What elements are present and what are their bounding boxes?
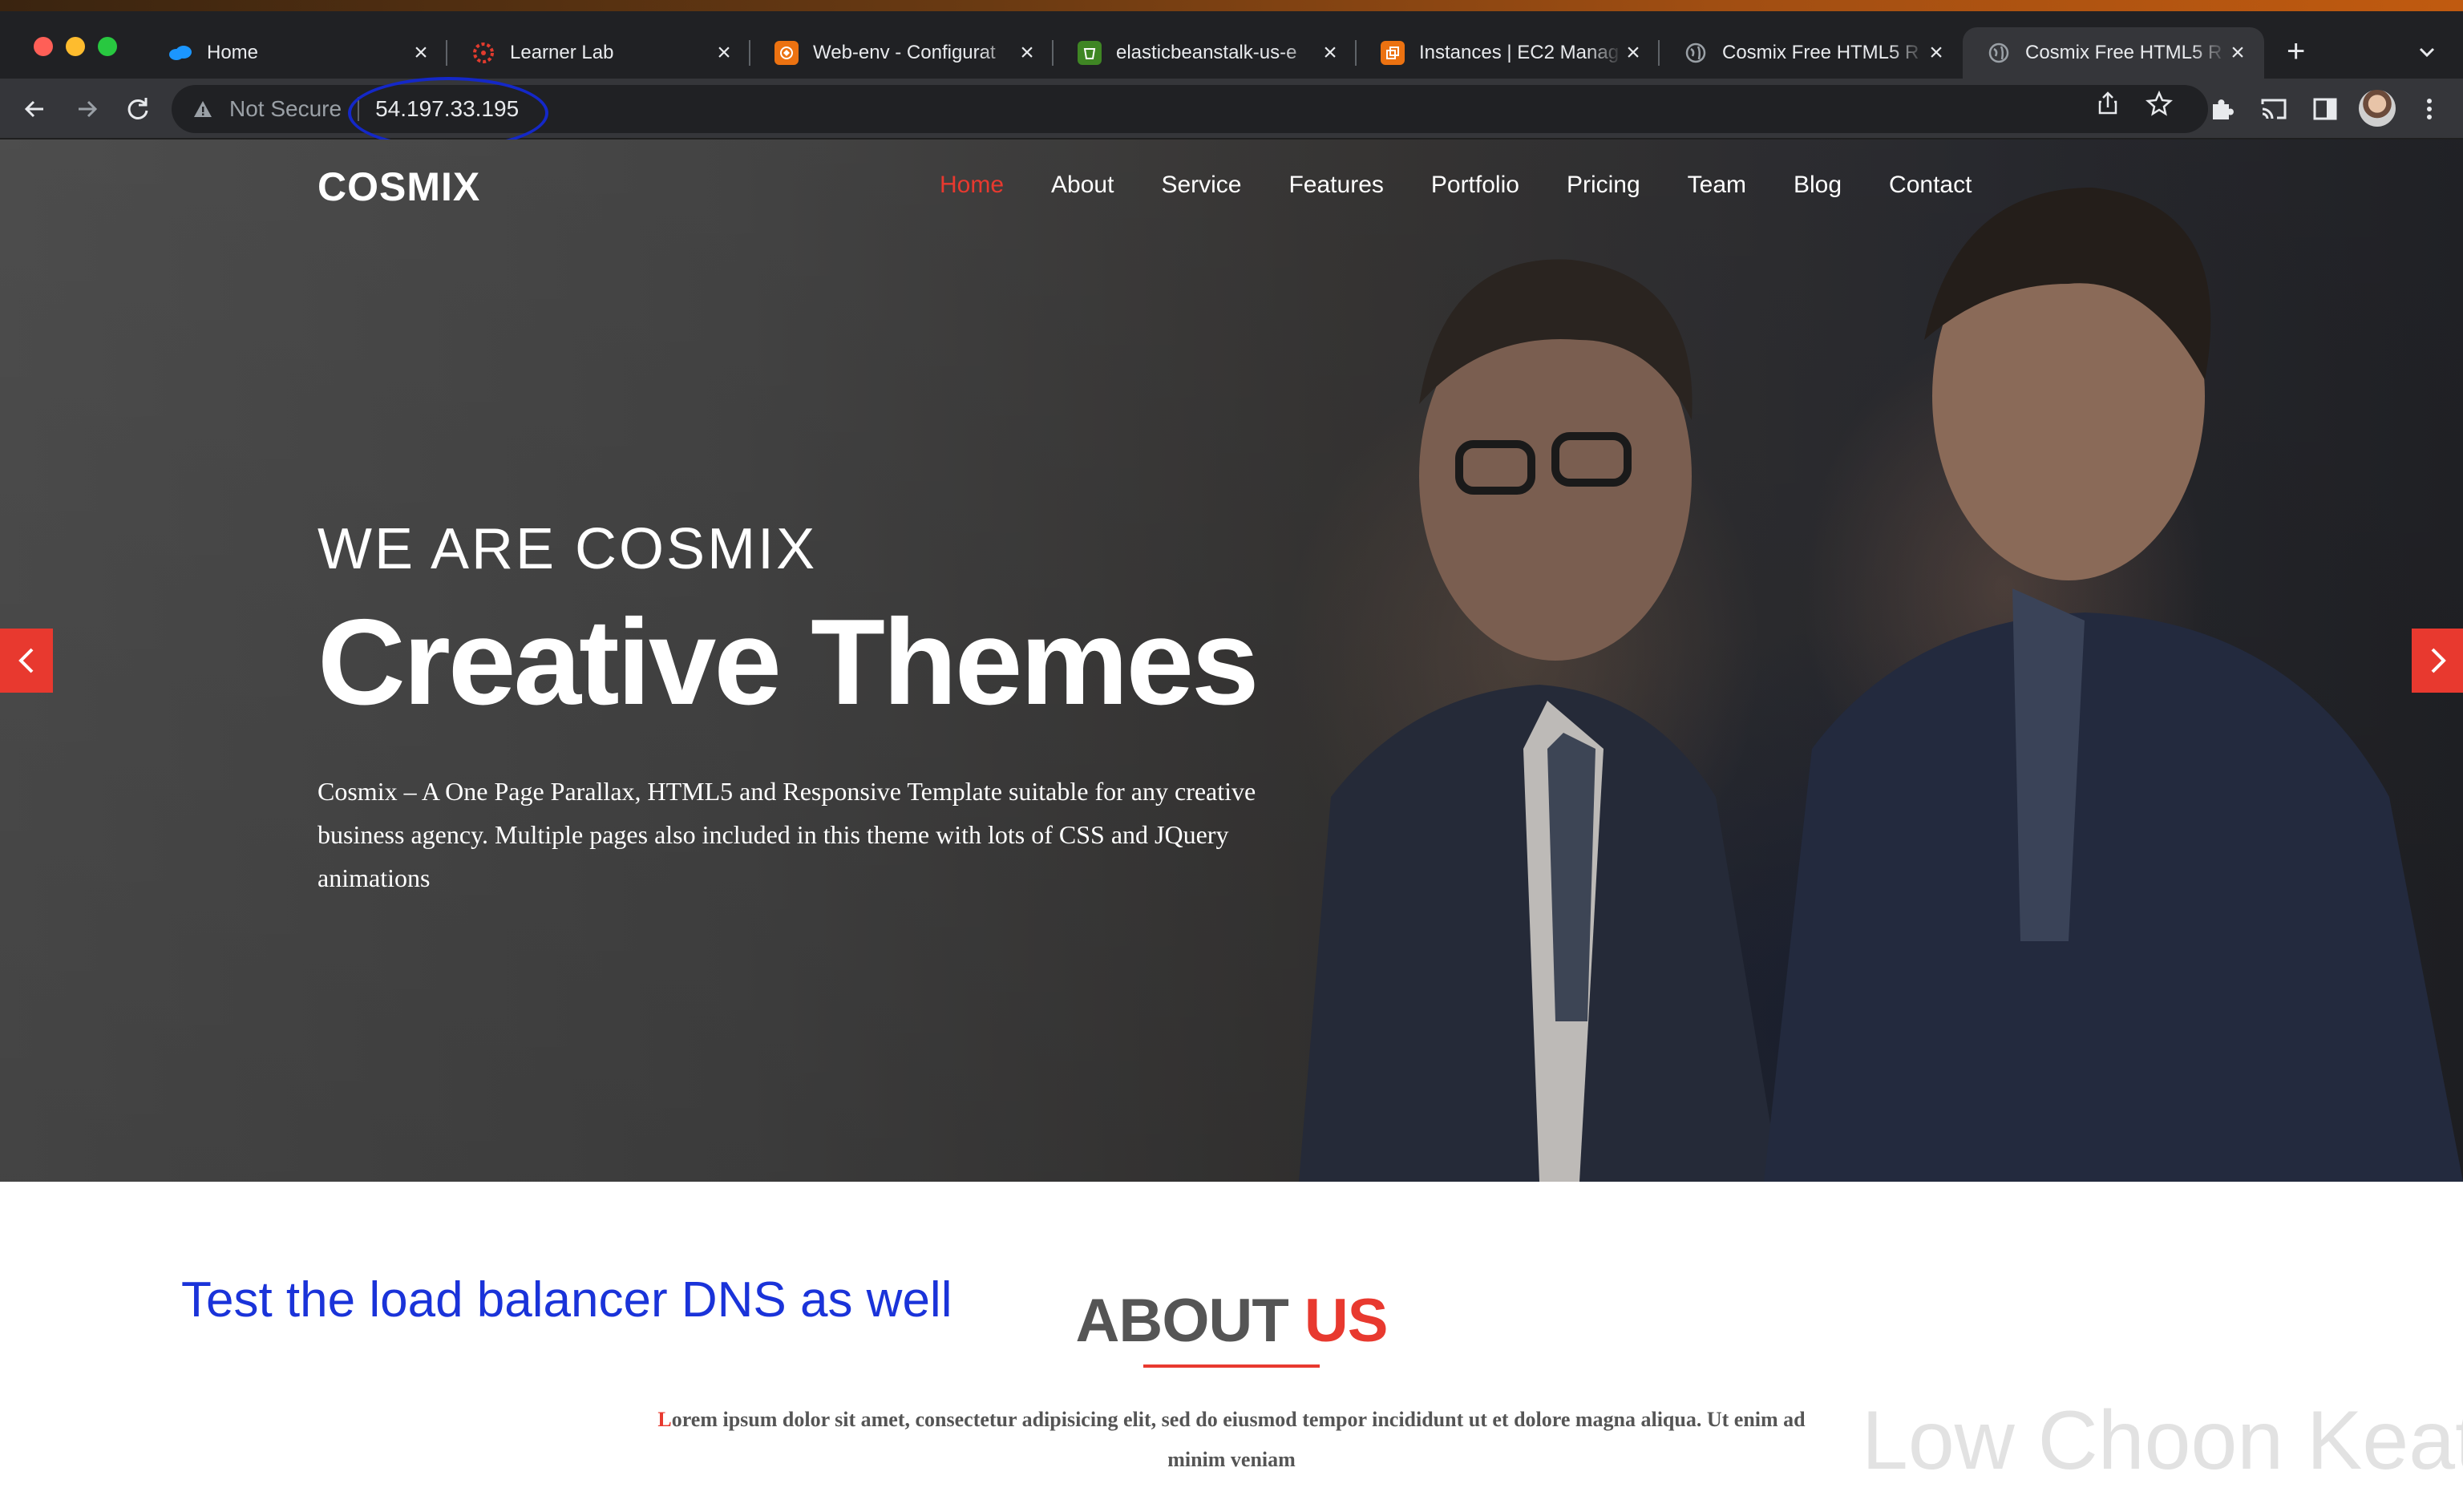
browser-tab-web-env[interactable]: Web-env - Configurat × <box>750 27 1054 79</box>
s3-bucket-icon <box>1078 41 1102 65</box>
browser-tab-learner-lab[interactable]: Learner Lab × <box>447 27 750 79</box>
tab-label: Cosmix Free HTML5 R <box>1722 42 1919 63</box>
share-icon[interactable] <box>2094 90 2121 117</box>
nav-portfolio[interactable]: Portfolio <box>1431 172 1519 199</box>
close-tab-icon[interactable]: × <box>1926 41 1947 65</box>
about-title-underline <box>1143 1364 1320 1368</box>
about-body-rest: orem ipsum dolor sit amet, consectetur a… <box>671 1408 1806 1471</box>
browser-tab-ec2-instances[interactable]: Instances | EC2 Manag × <box>1357 27 1660 79</box>
profile-avatar[interactable] <box>2359 90 2396 127</box>
hero-description: Cosmix – A One Page Parallax, HTML5 and … <box>317 777 1256 892</box>
hero-kicker: WE ARE COSMIX <box>317 517 818 581</box>
about-dropcap: L <box>657 1408 672 1431</box>
canvas-icon <box>471 41 495 65</box>
back-arrow-icon[interactable] <box>19 93 51 125</box>
tab-label: Cosmix Free HTML5 R <box>2025 42 2222 63</box>
warning-triangle-icon[interactable] <box>192 99 213 119</box>
nav-pricing[interactable]: Pricing <box>1567 172 1640 199</box>
chevron-right-icon <box>2431 648 2446 673</box>
site-navbar: COSMIX Home About Service Features Portf… <box>0 139 2463 236</box>
nav-blog[interactable]: Blog <box>1794 172 1842 199</box>
tab-label: Learner Lab <box>510 42 614 63</box>
close-tab-icon[interactable]: × <box>1017 41 1037 65</box>
browser-tab-home[interactable]: Home × <box>144 27 447 79</box>
ec2-icon <box>1381 41 1405 65</box>
close-tab-icon[interactable]: × <box>714 41 734 65</box>
salesforce-cloud-icon <box>168 41 192 65</box>
browser-tab-strip: Home × Learner Lab × Web-env - Configura… <box>0 0 2463 85</box>
hero-slider: COSMIX Home About Service Features Portf… <box>0 139 2463 1182</box>
tab-label: Web-env - Configurat <box>813 42 996 63</box>
forward-arrow-icon[interactable] <box>71 93 103 125</box>
nav-about[interactable]: About <box>1051 172 1114 199</box>
hero-background-photo <box>1299 188 2463 1182</box>
cast-icon[interactable] <box>2258 93 2290 125</box>
not-secure-label[interactable]: Not Secure <box>229 96 342 122</box>
elastic-beanstalk-icon <box>774 41 799 65</box>
chevron-left-icon <box>18 648 34 673</box>
close-tab-icon[interactable]: × <box>1623 41 1644 65</box>
tab-label: elasticbeanstalk-us-e <box>1116 42 1297 63</box>
about-title-accent: US <box>1304 1287 1389 1355</box>
nav-home[interactable]: Home <box>940 172 1004 199</box>
browser-tab-cosmix-2-active[interactable]: Cosmix Free HTML5 R × <box>1963 27 2264 79</box>
about-title-main: ABOUT <box>1075 1287 1289 1355</box>
close-tab-icon[interactable]: × <box>410 41 431 65</box>
nav-service[interactable]: Service <box>1161 172 1241 199</box>
hero-title: Creative Themes <box>317 594 1260 730</box>
kebab-menu-icon[interactable] <box>2413 93 2445 125</box>
reload-icon[interactable] <box>122 93 154 125</box>
browser-tab-s3-bucket[interactable]: elasticbeanstalk-us-e × <box>1054 27 1357 79</box>
close-tab-icon[interactable]: × <box>2227 41 2248 65</box>
tab-search-chevron-icon[interactable] <box>2415 40 2439 64</box>
tab-label: Home <box>207 42 259 63</box>
slider-prev-button[interactable] <box>0 629 53 693</box>
hero-caption: WE ARE COSMIX Creative Themes Cosmix – A… <box>317 516 1360 900</box>
globe-icon <box>1987 41 2011 65</box>
new-tab-plus-icon[interactable]: + <box>2287 35 2305 67</box>
nav-team[interactable]: Team <box>1688 172 1746 199</box>
close-window-button[interactable] <box>34 37 53 56</box>
nav-features[interactable]: Features <box>1288 172 1383 199</box>
globe-icon <box>1684 41 1708 65</box>
minimize-window-button[interactable] <box>66 37 85 56</box>
bookmark-star-icon[interactable] <box>2146 90 2173 117</box>
maximize-window-button[interactable] <box>98 37 117 56</box>
author-watermark: Low Choon Keat <box>1862 1394 2463 1487</box>
tab-label: Instances | EC2 Manag <box>1419 42 1620 63</box>
nav-contact[interactable]: Contact <box>1889 172 1972 199</box>
side-panel-icon[interactable] <box>2309 93 2341 125</box>
about-title: ABOUT US <box>0 1286 2463 1356</box>
about-body-text: Lorem ipsum dolor sit amet, consectetur … <box>638 1400 1825 1480</box>
site-logo[interactable]: COSMIX <box>317 164 480 210</box>
about-section: Test the load balancer DNS as well ABOUT… <box>0 1182 2463 1512</box>
slider-next-button[interactable] <box>2412 629 2463 693</box>
close-tab-icon[interactable]: × <box>1320 41 1341 65</box>
browser-tab-cosmix-1[interactable]: Cosmix Free HTML5 R × <box>1660 27 1963 79</box>
annotation-circle-around-url <box>348 77 548 149</box>
extensions-puzzle-icon[interactable] <box>2206 93 2239 125</box>
site-menu: Home About Service Features Portfolio Pr… <box>940 172 2019 199</box>
